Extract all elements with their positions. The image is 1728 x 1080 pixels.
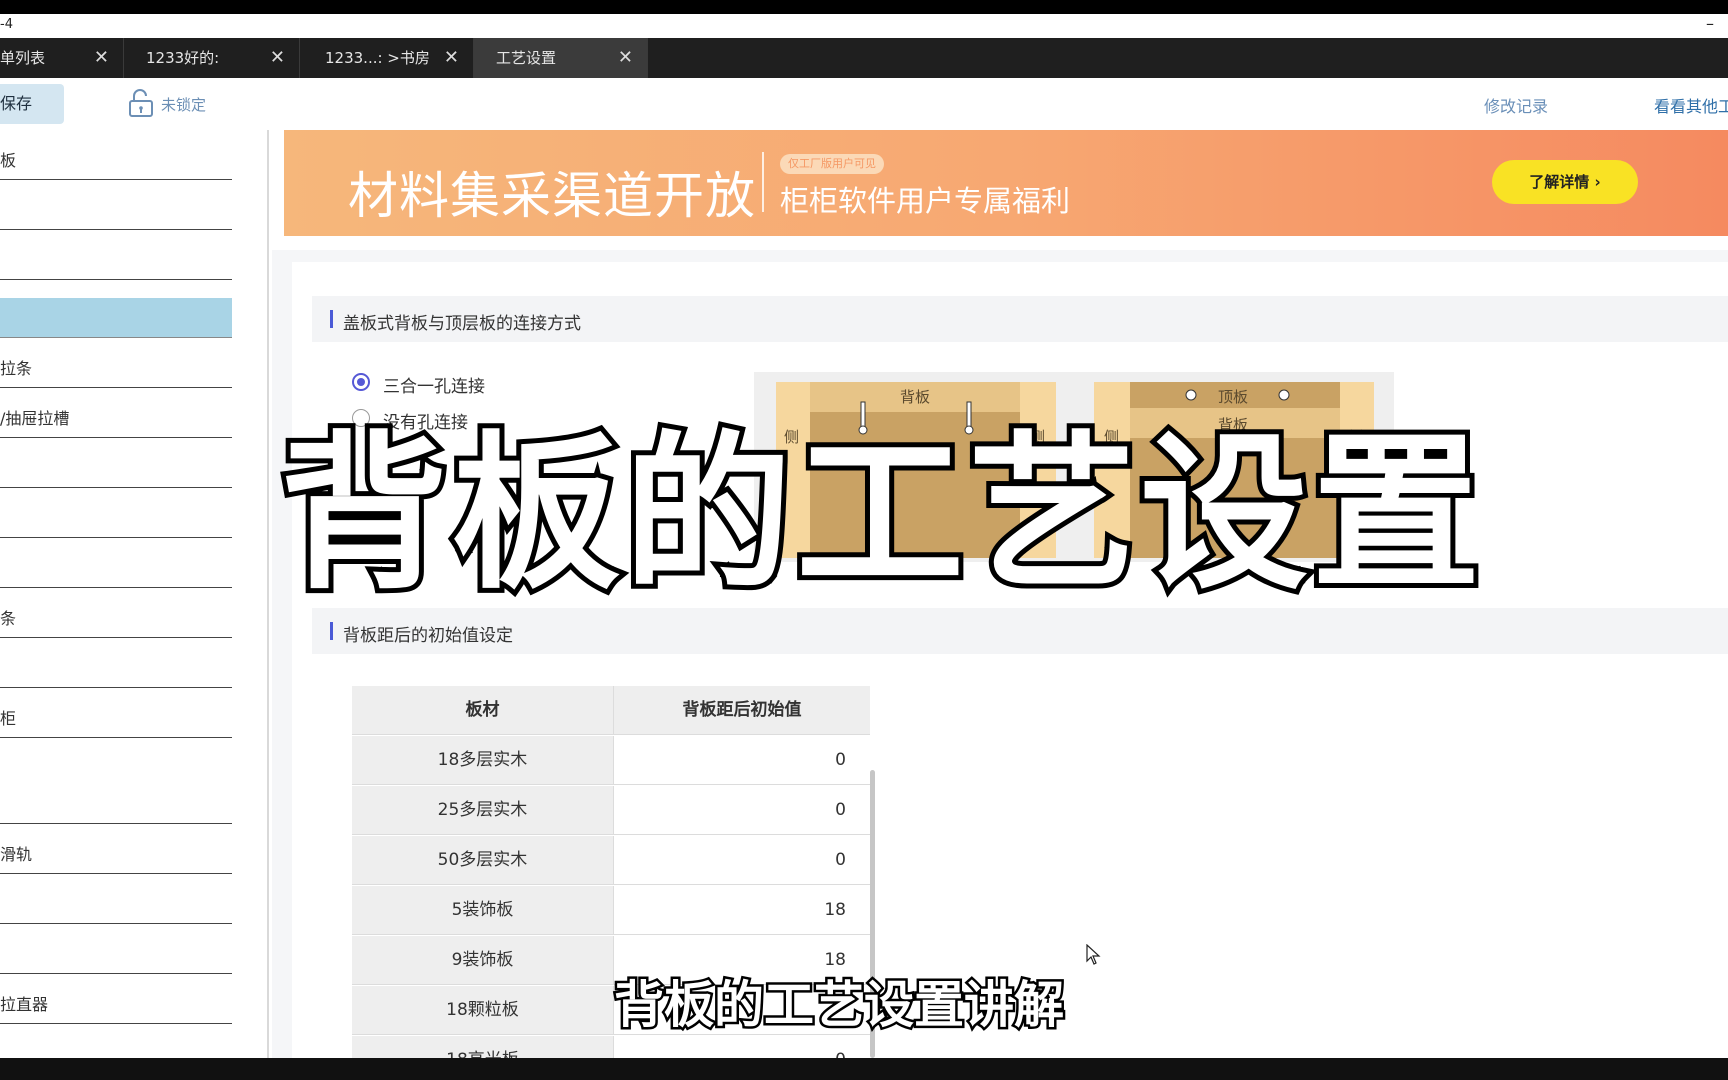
material-cell: 50多层实木 — [352, 836, 614, 885]
table-row: 18多层实木 0 — [352, 736, 870, 786]
window-titlebar: -4 – — [0, 14, 1728, 38]
tab-label: 1233...: >书房 — [325, 49, 430, 67]
table-row: 50多层实木 0 — [352, 836, 870, 886]
table-header-row: 板材 背板距后初始值 — [352, 686, 870, 736]
sidebar-item-label: 滑轨 — [0, 845, 33, 864]
material-cell: 25多层实木 — [352, 786, 614, 835]
radio-button-checked[interactable] — [352, 373, 370, 391]
section-header: 背板距后的初始值设定 — [312, 608, 1728, 654]
offset-value-cell[interactable]: 18 — [614, 886, 870, 935]
tab-1233[interactable]: 1233好的: ✕ — [124, 38, 300, 78]
toolbar: 保存 未锁定 修改记录 看看其他工 — [0, 78, 1728, 130]
offset-value-cell[interactable]: 0 — [614, 786, 870, 835]
save-button[interactable]: 保存 — [0, 84, 64, 124]
sidebar-item-label: 条 — [0, 609, 17, 628]
sidebar-item-label: 拉条 — [0, 359, 33, 378]
tab-bar: 单列表 ✕ 1233好的: ✕ 1233...: >书房 ✕ 工艺设置 ✕ — [0, 38, 1728, 78]
offset-value-cell[interactable]: 0 — [614, 1036, 870, 1058]
bottom-bar — [0, 1058, 1728, 1080]
promo-banner[interactable]: 材料集采渠道开放 仅工厂版用户可见 柜柜软件用户专属福利 了解详情 › — [284, 130, 1728, 236]
sidebar-item[interactable] — [0, 230, 232, 280]
section-accent-bar — [330, 622, 333, 640]
section-title: 盖板式背板与顶层板的连接方式 — [343, 314, 581, 334]
banner-badge: 仅工厂版用户可见 — [780, 154, 884, 174]
material-cell: 18多层实木 — [352, 736, 614, 785]
overlay-title-caption: 背板的工艺设置 — [275, 416, 1485, 612]
diagram2-top-label: 顶板 — [1218, 388, 1249, 406]
learn-more-button[interactable]: 了解详情 › — [1492, 160, 1638, 204]
sidebar-item[interactable] — [0, 924, 232, 974]
close-icon[interactable]: ✕ — [270, 38, 285, 78]
section-title: 背板距后的初始值设定 — [343, 626, 513, 646]
material-cell: 9装饰板 — [352, 936, 614, 985]
minimize-button[interactable]: – — [1706, 14, 1714, 33]
material-cell: 18颗粒板 — [352, 986, 614, 1035]
window-title: -4 — [0, 17, 13, 32]
lock-status-label[interactable]: 未锁定 — [161, 94, 206, 115]
modify-log-link[interactable]: 修改记录 — [1484, 93, 1548, 117]
sidebar-divider — [267, 130, 269, 1058]
table-row: 5装饰板 18 — [352, 886, 870, 936]
sidebar-item-label: 板 — [0, 151, 17, 170]
material-cell: 5装饰板 — [352, 886, 614, 935]
overlay-subtitle-caption: 背板的工艺设置讲解 — [612, 976, 1067, 1034]
sidebar-item[interactable]: 条 — [0, 588, 232, 638]
tab-label: 工艺设置 — [496, 49, 557, 67]
close-icon[interactable]: ✕ — [94, 38, 109, 78]
unlock-icon[interactable] — [126, 88, 156, 118]
tab-list[interactable]: 单列表 ✕ — [0, 38, 124, 78]
table-row: 25多层实木 0 — [352, 786, 870, 836]
tab-craft-settings[interactable]: 工艺设置 ✕ — [474, 38, 648, 78]
tab-label: 1233好的: — [146, 49, 220, 67]
sidebar-item[interactable] — [0, 538, 232, 588]
sidebar-item[interactable] — [0, 738, 232, 824]
sidebar-item[interactable] — [0, 180, 232, 230]
sidebar-item[interactable]: 拉条 — [0, 338, 232, 388]
banner-title: 材料集采渠道开放 — [348, 167, 756, 225]
table-row: 18高光板 0 — [352, 1036, 870, 1058]
sidebar-item[interactable]: /抽屉拉槽 — [0, 388, 232, 438]
offset-value-cell[interactable]: 0 — [614, 736, 870, 785]
sidebar-item[interactable] — [0, 438, 232, 488]
column-header: 板材 — [352, 686, 614, 735]
offset-value-cell[interactable]: 0 — [614, 836, 870, 885]
sidebar-item[interactable] — [0, 488, 232, 538]
material-cell: 18高光板 — [352, 1036, 614, 1058]
sidebar-item-selected[interactable] — [0, 298, 232, 338]
diagram1-top-label: 背板 — [900, 388, 931, 406]
banner-divider — [762, 152, 764, 212]
sidebar: 板 拉条 /抽屉拉槽 条 柜 滑轨 拉直器 — [0, 130, 244, 1058]
sidebar-item[interactable]: 板 — [0, 130, 232, 180]
close-icon[interactable]: ✕ — [444, 38, 459, 78]
sidebar-item[interactable]: 滑轨 — [0, 824, 232, 874]
sidebar-item-label: 柜 — [0, 709, 17, 728]
radio-label: 三合一孔连接 — [383, 377, 485, 397]
section-accent-bar — [330, 310, 333, 328]
sidebar-item[interactable]: 柜 — [0, 688, 232, 738]
section-header: 盖板式背板与顶层板的连接方式 — [312, 296, 1728, 342]
sidebar-item-label: 拉直器 — [0, 995, 49, 1014]
banner-subtitle: 柜柜软件用户专属福利 — [780, 184, 1071, 218]
sidebar-item[interactable] — [0, 874, 232, 924]
sidebar-item[interactable] — [0, 638, 232, 688]
tab-label: 单列表 — [0, 49, 46, 67]
see-other-link[interactable]: 看看其他工 — [1654, 93, 1728, 117]
close-icon[interactable]: ✕ — [618, 38, 633, 78]
sidebar-item[interactable]: 拉直器 — [0, 974, 232, 1024]
sidebar-item-label: /抽屉拉槽 — [0, 409, 70, 428]
column-header: 背板距后初始值 — [614, 686, 870, 735]
tab-study[interactable]: 1233...: >书房 ✕ — [300, 38, 474, 78]
mouse-cursor-icon — [1086, 944, 1101, 965]
